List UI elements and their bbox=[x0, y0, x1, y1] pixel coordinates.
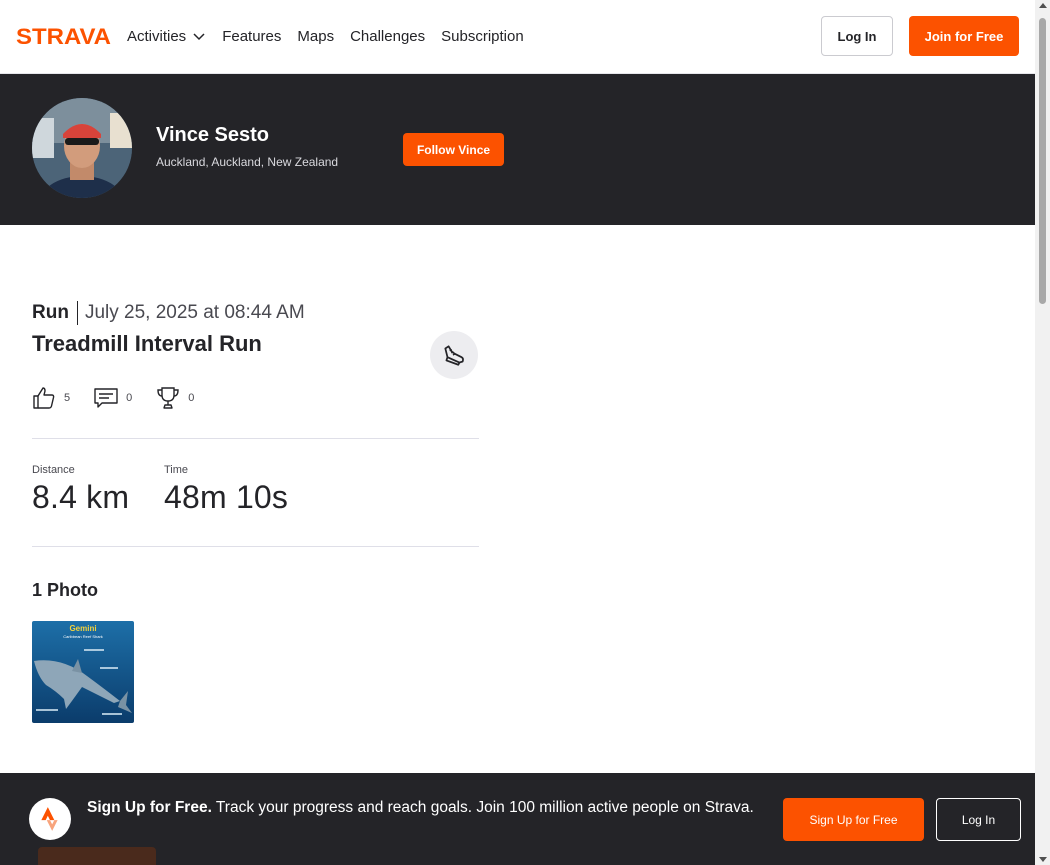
activity-type: Run bbox=[32, 301, 78, 325]
avatar-photo bbox=[32, 98, 132, 198]
stat-time-value: 48m 10s bbox=[164, 479, 289, 515]
main-nav: Activities Features Maps Challenges Subs… bbox=[127, 0, 524, 72]
stat-distance: Distance 8.4 km bbox=[32, 464, 129, 516]
activity-type-badge bbox=[430, 331, 478, 379]
trophy-icon bbox=[157, 387, 179, 409]
activity-title: Treadmill Interval Run bbox=[32, 331, 262, 356]
stat-distance-value: 8.4 km bbox=[32, 479, 130, 515]
nav-activities[interactable]: Activities bbox=[127, 28, 206, 45]
nav-challenges[interactable]: Challenges bbox=[350, 28, 425, 45]
join-for-free-button[interactable]: Join for Free bbox=[909, 16, 1019, 56]
signup-headline: Sign Up for Free. bbox=[87, 799, 212, 816]
nav-activities-label: Activities bbox=[127, 27, 187, 45]
banner-login-button[interactable]: Log In bbox=[936, 798, 1021, 841]
photo-subtitle-text: Caribbean Reef Shark bbox=[63, 634, 103, 639]
comments-button[interactable]: 0 bbox=[94, 386, 132, 410]
photo-thumbnail[interactable]: Gemini Caribbean Reef Shark bbox=[32, 621, 134, 723]
photo-title-text: Gemini bbox=[69, 624, 96, 633]
photos-heading: 1 Photo bbox=[32, 580, 98, 600]
login-button[interactable]: Log In bbox=[821, 16, 893, 56]
stat-time-label: Time bbox=[164, 464, 189, 476]
activity-meta: Run July 25, 2025 at 08:44 AM bbox=[32, 300, 305, 326]
strava-badge-icon bbox=[29, 798, 71, 840]
partially-hidden-button[interactable] bbox=[38, 847, 156, 865]
comment-icon bbox=[94, 388, 118, 408]
running-shoe-icon bbox=[444, 345, 464, 366]
top-navigation: STRAVA Activities Features Maps Challeng… bbox=[0, 0, 1035, 74]
stat-time: Time 48m 10s bbox=[164, 464, 288, 516]
nav-features[interactable]: Features bbox=[222, 28, 281, 45]
shark-photo: Gemini Caribbean Reef Shark bbox=[32, 621, 134, 723]
activity-date: July 25, 2025 at 08:44 AM bbox=[84, 302, 305, 323]
signup-body: Track your progress and reach goals. Joi… bbox=[211, 799, 754, 816]
nav-subscription[interactable]: Subscription bbox=[441, 28, 524, 45]
scroll-down-arrow-icon[interactable] bbox=[1039, 857, 1047, 862]
scroll-up-arrow-icon[interactable] bbox=[1039, 3, 1047, 8]
activity-social-row: 5 0 0 bbox=[32, 384, 218, 412]
athlete-header: Vince Sesto Auckland, Auckland, New Zeal… bbox=[0, 74, 1035, 225]
scrollbar-thumb[interactable] bbox=[1039, 18, 1046, 304]
comments-count: 0 bbox=[126, 392, 133, 404]
achievements-button[interactable]: 0 bbox=[156, 386, 194, 410]
achievements-count: 0 bbox=[188, 392, 195, 404]
divider bbox=[32, 546, 479, 547]
signup-banner-text: Sign Up for Free. Track your progress an… bbox=[87, 797, 757, 819]
page-scrollbar[interactable] bbox=[1035, 0, 1050, 865]
sign-up-button[interactable]: Sign Up for Free bbox=[783, 798, 924, 841]
stat-distance-label: Distance bbox=[32, 464, 75, 476]
athlete-avatar[interactable] bbox=[32, 98, 132, 198]
strava-logo[interactable]: STRAVA bbox=[16, 25, 112, 47]
divider bbox=[32, 438, 479, 439]
follow-button[interactable]: Follow Vince bbox=[403, 133, 504, 166]
chevron-down-icon bbox=[193, 33, 205, 41]
nav-maps[interactable]: Maps bbox=[297, 28, 334, 45]
athlete-name[interactable]: Vince Sesto bbox=[156, 124, 269, 147]
strava-chevron-icon bbox=[41, 807, 58, 831]
kudos-count: 5 bbox=[64, 392, 71, 404]
thumbs-up-icon bbox=[33, 387, 55, 409]
logo-wordmark: STRAVA bbox=[16, 25, 111, 47]
athlete-location: Auckland, Auckland, New Zealand bbox=[156, 155, 339, 169]
kudos-button[interactable]: 5 bbox=[32, 386, 70, 410]
